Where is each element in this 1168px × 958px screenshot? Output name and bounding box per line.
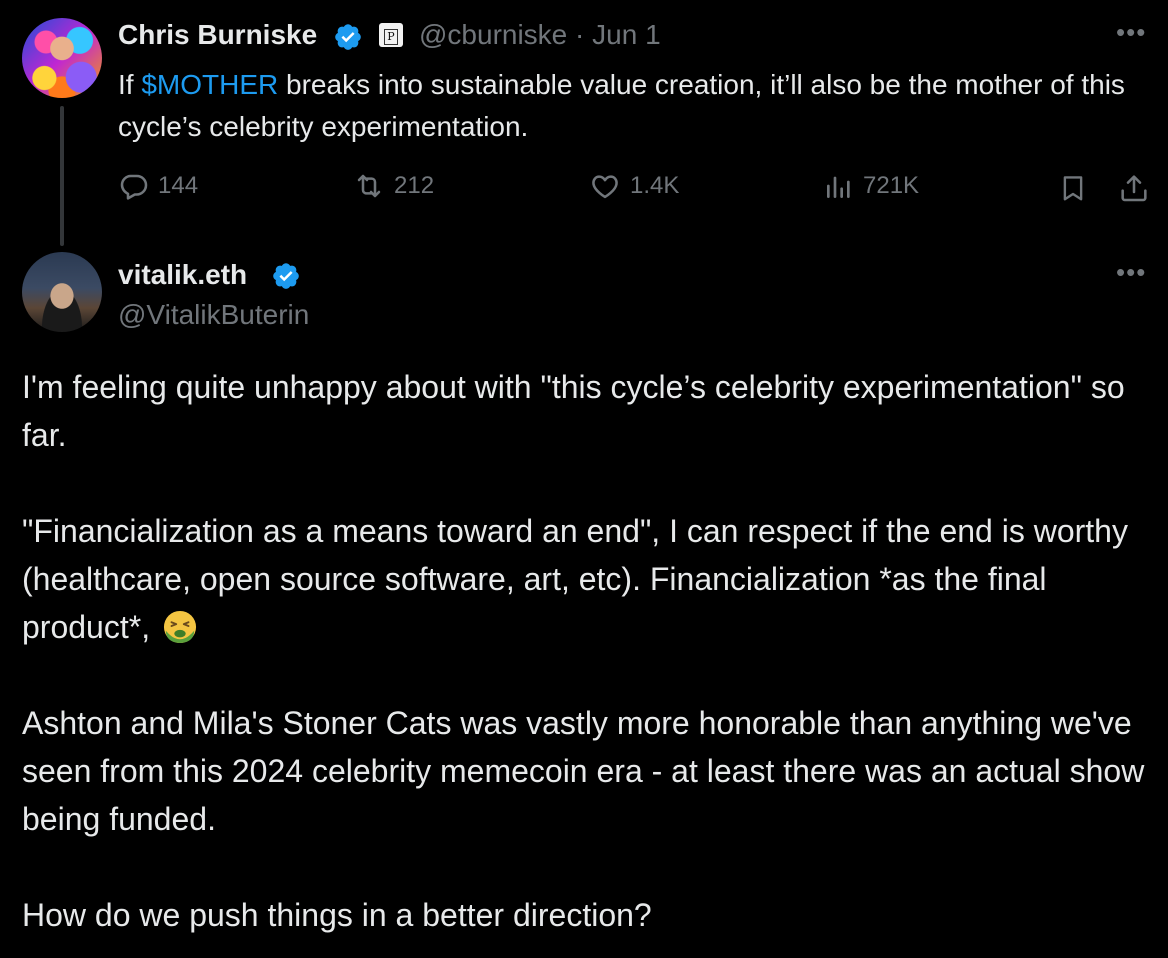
verified-badge-icon[interactable] (333, 22, 363, 52)
tweet-paragraph: I'm feeling quite unhappy about with "th… (22, 369, 1125, 453)
author-handle-and-date[interactable]: @cburniske · Jun 1 (419, 19, 661, 51)
author-name[interactable]: vitalik.eth (118, 259, 247, 291)
view-count: 721K (863, 172, 920, 199)
reply-icon (120, 174, 148, 200)
heart-icon (592, 175, 618, 199)
nauseated-face-icon (163, 610, 197, 644)
author-handle: @cburniske (419, 19, 568, 50)
parent-tweet-text: If $MOTHER breaks into sustainable value… (118, 69, 1125, 142)
share-icon (1121, 175, 1147, 202)
verified-badge-icon[interactable] (271, 261, 301, 291)
tweet-paragraph: Ashton and Mila's Stoner Cats was vastly… (22, 705, 1145, 837)
repost-count: 212 (394, 172, 435, 199)
share-button[interactable] (1118, 172, 1150, 204)
main-tweet-text: I'm feeling quite unhappy about with "th… (22, 363, 1152, 939)
reply-count: 144 (158, 172, 199, 199)
author-name[interactable]: Chris Burniske (118, 19, 317, 51)
tweet-paragraph: How do we push things in a better direct… (22, 897, 652, 933)
date-separator: · (575, 19, 585, 50)
like-count: 1.4K (630, 172, 680, 199)
tweet-paragraph: "Financialization as a means toward an e… (22, 513, 1128, 645)
more-options-icon[interactable]: ••• (1116, 19, 1146, 45)
tweet-date[interactable]: Jun 1 (592, 19, 661, 50)
views-button[interactable]: 721K (823, 170, 919, 202)
like-button[interactable]: 1.4K (588, 170, 679, 202)
affiliate-badge-icon[interactable]: P (379, 23, 403, 47)
views-chart-icon (827, 176, 850, 198)
bookmark-button[interactable] (1058, 172, 1088, 204)
more-options-icon[interactable]: ••• (1116, 259, 1146, 285)
reply-button[interactable]: 144 (118, 170, 198, 202)
thread-connector-line (60, 106, 64, 246)
author-handle[interactable]: @VitalikButerin (118, 299, 309, 331)
cashtag-link[interactable]: $MOTHER (141, 69, 278, 100)
repost-icon (357, 174, 381, 198)
vitalik-avatar[interactable] (22, 252, 102, 332)
chris-burniske-avatar[interactable] (22, 18, 102, 98)
bookmark-icon (1063, 176, 1083, 201)
repost-button[interactable]: 212 (352, 170, 434, 202)
